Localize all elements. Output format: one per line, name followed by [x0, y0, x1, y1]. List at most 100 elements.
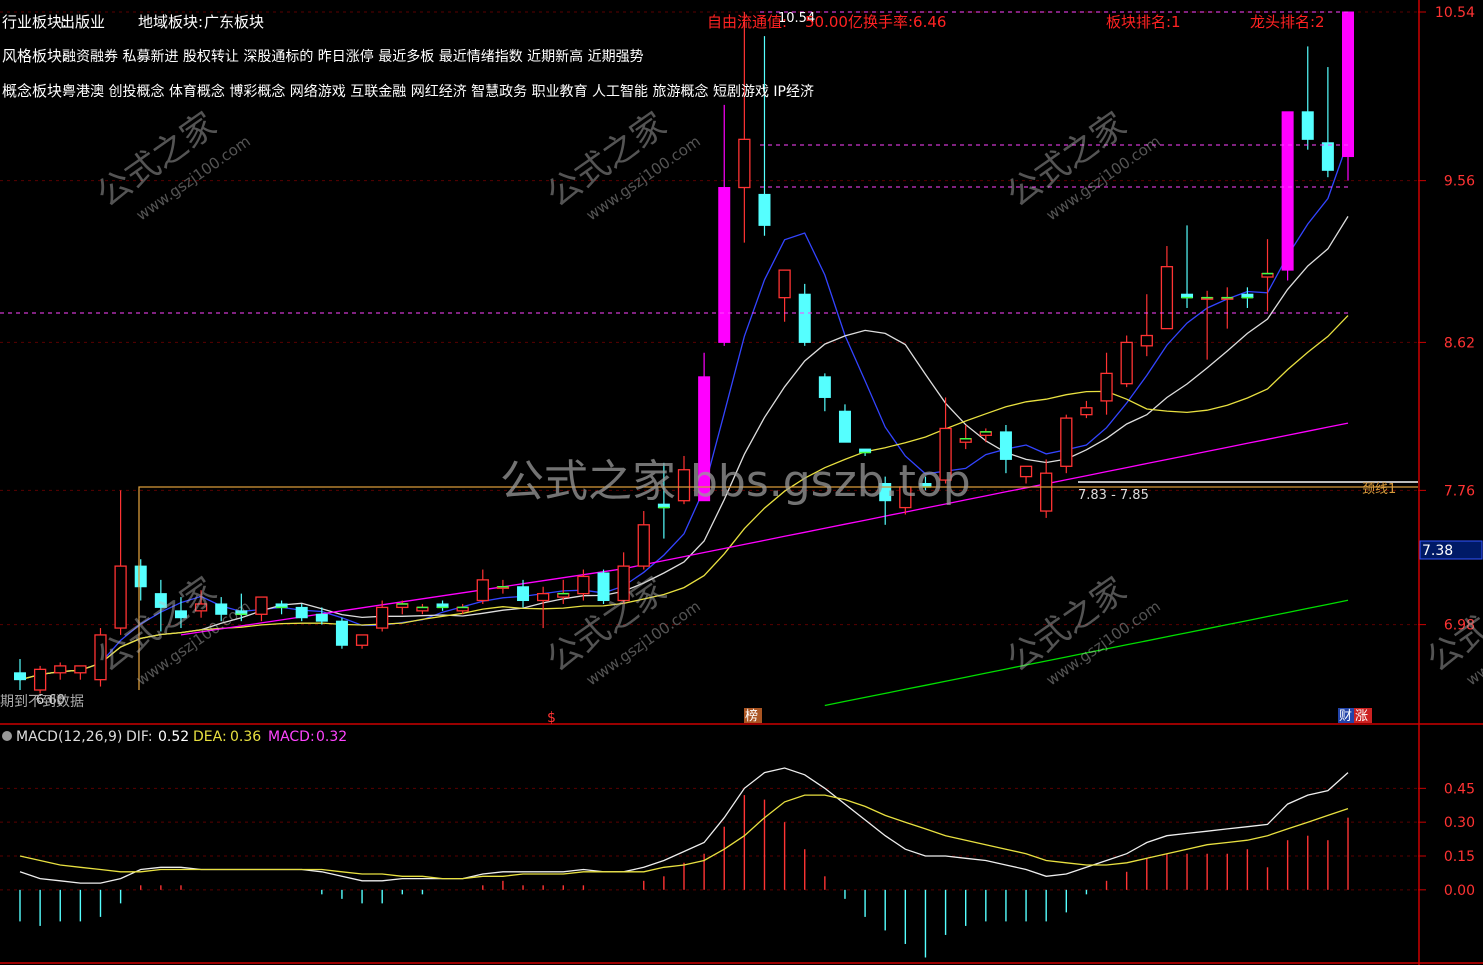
candle[interactable] [859, 448, 872, 456]
candle-body [798, 293, 811, 343]
candle[interactable] [1321, 67, 1334, 178]
tile-watermark: 公式之家www.gszj100.com [539, 105, 703, 225]
candle-body [14, 672, 26, 681]
price-tick-label: 7.76 [1444, 483, 1475, 499]
candle-body [134, 565, 147, 588]
candle[interactable] [818, 373, 831, 412]
candle[interactable] [54, 662, 67, 680]
candle-body [1301, 111, 1314, 140]
range-label: 7.83 - 7.85 [1078, 488, 1149, 503]
candle-body [74, 665, 87, 674]
candle[interactable] [1181, 225, 1194, 308]
candle[interactable] [1019, 465, 1033, 484]
dollar-marker: $ [547, 710, 556, 726]
candle[interactable] [1080, 400, 1093, 419]
candle[interactable] [255, 596, 268, 622]
float-cap-value: 50.00亿 [805, 13, 863, 31]
candle[interactable] [1040, 459, 1053, 518]
tile-watermark: 公式之家www.gszj100.com [89, 570, 253, 690]
candle[interactable] [1120, 335, 1133, 388]
candle[interactable] [74, 665, 87, 680]
candle[interactable] [738, 12, 751, 243]
candle-body [758, 193, 771, 226]
region-label: 地域板块: [138, 13, 203, 31]
candle-body [1160, 266, 1174, 330]
candle[interactable] [496, 579, 510, 594]
leader-rank: 龙头排名:2 [1250, 13, 1325, 31]
candle[interactable] [778, 269, 791, 322]
candle-body [1019, 465, 1033, 478]
ma5-line [40, 141, 1349, 676]
candle[interactable] [355, 634, 369, 649]
macd-value: 0.32 [316, 729, 347, 745]
candle[interactable] [798, 283, 811, 346]
candle[interactable] [114, 490, 127, 635]
candle[interactable] [1241, 287, 1254, 308]
candle-body [597, 572, 610, 602]
macd-tick-label: 0.15 [1444, 849, 1475, 865]
candle[interactable] [14, 659, 26, 690]
candle[interactable] [476, 569, 489, 604]
candle[interactable] [1261, 239, 1274, 312]
style-value: 融资融券 私募新进 股权转让 深股通标的 昨日涨停 最近多板 最近情绪指数 近期… [62, 48, 644, 65]
candle[interactable] [1201, 290, 1214, 360]
candle[interactable] [718, 104, 731, 346]
candle[interactable] [1281, 111, 1294, 281]
candle[interactable] [295, 603, 308, 622]
candle[interactable] [134, 559, 147, 601]
candle[interactable] [335, 617, 348, 649]
stock-chart[interactable]: MACD(12,26,9) DIF: 0.52 DEA: 0.36 MACD: 0.32 1… [0, 0, 1483, 965]
ma60-line [180, 422, 1349, 636]
center-watermark: 公式之家 bbs.gszb.top [500, 456, 971, 507]
candle[interactable] [999, 424, 1012, 474]
candle-body [355, 634, 369, 646]
dif-label: DIF: [126, 729, 153, 745]
candle-body [1120, 341, 1133, 385]
candle-body [577, 575, 590, 595]
sector-rank: 板块排名:1 [1106, 13, 1181, 31]
price-tick-label: 9.56 [1444, 174, 1475, 190]
candle-body [818, 376, 831, 398]
tile-watermark: 公式之家www.gszj100.com [1419, 570, 1483, 690]
candle-body [1321, 142, 1334, 171]
region-value: 广东板块 [204, 13, 264, 31]
dif-value: 0.52 [158, 729, 189, 745]
macd-panel[interactable]: MACD(12,26,9) DIF: 0.52 DEA: 0.36 MACD: 0.32 [2, 729, 1349, 958]
tile-watermark: 公式之家www.gszj100.com [999, 570, 1163, 690]
candle[interactable] [1342, 11, 1354, 181]
candle-body [537, 592, 550, 602]
concept-value: 粤港澳 创投概念 体育概念 博彩概念 网络游戏 互联金融 网红经济 智慧政务 职… [62, 83, 814, 100]
candle-body [33, 668, 47, 691]
candle-body [295, 606, 308, 619]
candle-body [738, 138, 751, 189]
tile-watermark: 公式之家www.gszj100.com [89, 105, 253, 225]
macd-tick-label: 0.45 [1444, 781, 1475, 797]
candle[interactable] [436, 600, 449, 611]
neckline [138, 486, 1418, 690]
macd-settings-icon[interactable] [2, 731, 12, 741]
candle-body [335, 620, 348, 646]
candle[interactable] [275, 600, 288, 615]
cai-marker: 财 [1339, 709, 1352, 724]
candle[interactable] [33, 665, 47, 694]
tile-watermark-cn: 公式之家 [1419, 570, 1483, 681]
candle[interactable] [1221, 287, 1234, 329]
candle[interactable] [1100, 352, 1113, 415]
candle[interactable] [758, 36, 771, 236]
candle[interactable] [416, 603, 429, 615]
candle[interactable] [1140, 294, 1153, 357]
candle[interactable] [1301, 46, 1314, 150]
candle[interactable] [1160, 246, 1174, 330]
macd-label: MACD: [268, 729, 315, 745]
tile-watermark: 公式之家www.gszj100.com [999, 105, 1163, 225]
candle-body [315, 613, 328, 622]
candle[interactable] [637, 511, 650, 570]
candle-body [54, 665, 67, 674]
candle-body [637, 524, 650, 567]
candle[interactable] [1060, 414, 1073, 474]
price-tick-label: 10.54 [1435, 5, 1475, 21]
candle[interactable] [979, 428, 992, 443]
turnover: 换手率:6.46 [863, 13, 946, 31]
candle[interactable] [838, 404, 851, 443]
neckline-label: 颈线1 [1362, 482, 1396, 497]
